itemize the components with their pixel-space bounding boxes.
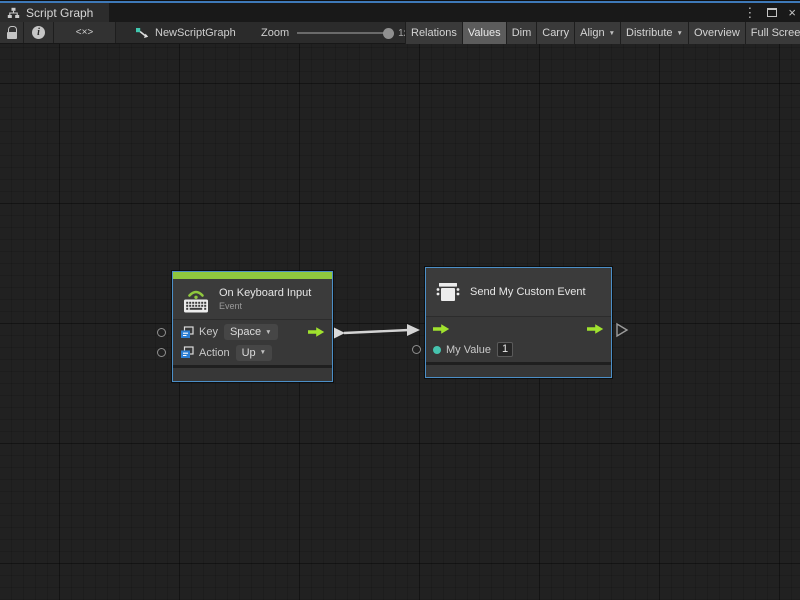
info-icon: i (32, 26, 45, 39)
custom-event-icon (434, 280, 462, 305)
variable-icon (180, 326, 194, 339)
align-button[interactable]: Align▼ (574, 22, 620, 44)
node-send-my-custom-event[interactable]: Send My Custom Event My Value 1 (425, 267, 612, 378)
connections-layer (0, 44, 800, 600)
action-dropdown[interactable]: Up ▼ (236, 345, 273, 361)
trigger-output-port-icon[interactable] (587, 323, 604, 335)
node-port-rows: Key Space ▼ Action (173, 320, 332, 365)
node-titles: On Keyboard Input Event (219, 287, 311, 311)
chevron-down-icon: ▼ (609, 30, 615, 37)
toolbar: i <×> NewScriptGraph Zoom 1x Relations V… (0, 22, 800, 44)
fullscreen-button[interactable]: Full Screen (745, 22, 800, 44)
connection-wire[interactable] (334, 324, 420, 339)
my-value-input[interactable]: 1 (497, 342, 513, 357)
maximize-icon[interactable] (767, 3, 777, 22)
graph-breadcrumb[interactable]: NewScriptGraph (135, 22, 236, 44)
keyboard-icon (181, 286, 211, 313)
unity-editor-window: Script Graph ⋮ × i <×> NewScriptGraph Zo… (0, 0, 800, 600)
graph-hierarchy-icon (7, 7, 20, 19)
zoom-label: Zoom (261, 27, 289, 39)
dim-button[interactable]: Dim (506, 22, 537, 44)
lock-icon (6, 26, 18, 39)
chevron-down-icon: ▼ (260, 349, 266, 356)
zoom-slider[interactable] (297, 32, 389, 34)
port-row-action: Action Up ▼ (173, 343, 332, 364)
graph-canvas[interactable]: On Keyboard Input Event Key Space ▼ (0, 44, 800, 600)
info-button[interactable]: i (24, 22, 54, 43)
relations-button[interactable]: Relations (405, 22, 462, 44)
node-footer (173, 368, 332, 381)
menu-icon[interactable]: ⋮ (743, 3, 756, 22)
port-row-trigger (426, 319, 611, 340)
node-header: Send My Custom Event (426, 268, 611, 317)
port-label-action: Action (199, 347, 230, 359)
chevron-down-icon: ▼ (677, 30, 683, 37)
distribute-button[interactable]: Distribute▼ (620, 22, 688, 44)
event-accent-bar (173, 272, 332, 279)
values-button[interactable]: Values (462, 22, 506, 44)
zoom-control: Zoom 1x (261, 22, 409, 44)
port-row-my-value: My Value 1 (426, 340, 611, 361)
node-title: Send My Custom Event (470, 286, 586, 298)
zoom-slider-handle[interactable] (383, 28, 394, 39)
window-controls: ⋮ × (743, 3, 796, 22)
code-icon: <×> (76, 27, 94, 38)
tab-script-graph[interactable]: Script Graph (0, 3, 109, 22)
value-port-icon[interactable] (433, 346, 441, 354)
my-value-external-port[interactable] (412, 345, 421, 354)
variable-icon (180, 346, 194, 359)
lock-button[interactable] (0, 22, 24, 43)
close-icon[interactable]: × (788, 3, 796, 22)
trigger-input-port-icon[interactable] (433, 323, 450, 335)
node-port-rows: My Value 1 (426, 317, 611, 362)
port-label-key: Key (199, 326, 218, 338)
node-subtitle: Event (219, 301, 311, 311)
node-on-keyboard-input[interactable]: On Keyboard Input Event Key Space ▼ (172, 271, 333, 382)
next-trigger-port-icon[interactable] (615, 322, 629, 338)
key-dropdown[interactable]: Space ▼ (224, 324, 278, 340)
port-label-my-value: My Value (446, 344, 491, 356)
code-view-button[interactable]: <×> (54, 22, 116, 43)
action-external-port[interactable] (157, 348, 166, 357)
tab-title: Script Graph (26, 6, 93, 20)
chevron-down-icon: ▼ (265, 329, 271, 336)
key-external-port[interactable] (157, 328, 166, 337)
tab-bar: Script Graph ⋮ × (0, 3, 800, 22)
node-title: On Keyboard Input (219, 287, 311, 299)
toolbar-buttons: Relations Values Dim Carry Align▼ Distri… (405, 22, 800, 44)
node-header: On Keyboard Input Event (173, 279, 332, 320)
graph-name-label: NewScriptGraph (155, 27, 236, 39)
trigger-output-port-icon[interactable] (308, 326, 325, 338)
carry-button[interactable]: Carry (536, 22, 574, 44)
overview-button[interactable]: Overview (688, 22, 745, 44)
script-graph-asset-icon (135, 27, 149, 40)
port-row-key: Key Space ▼ (173, 322, 332, 343)
node-footer (426, 365, 611, 377)
